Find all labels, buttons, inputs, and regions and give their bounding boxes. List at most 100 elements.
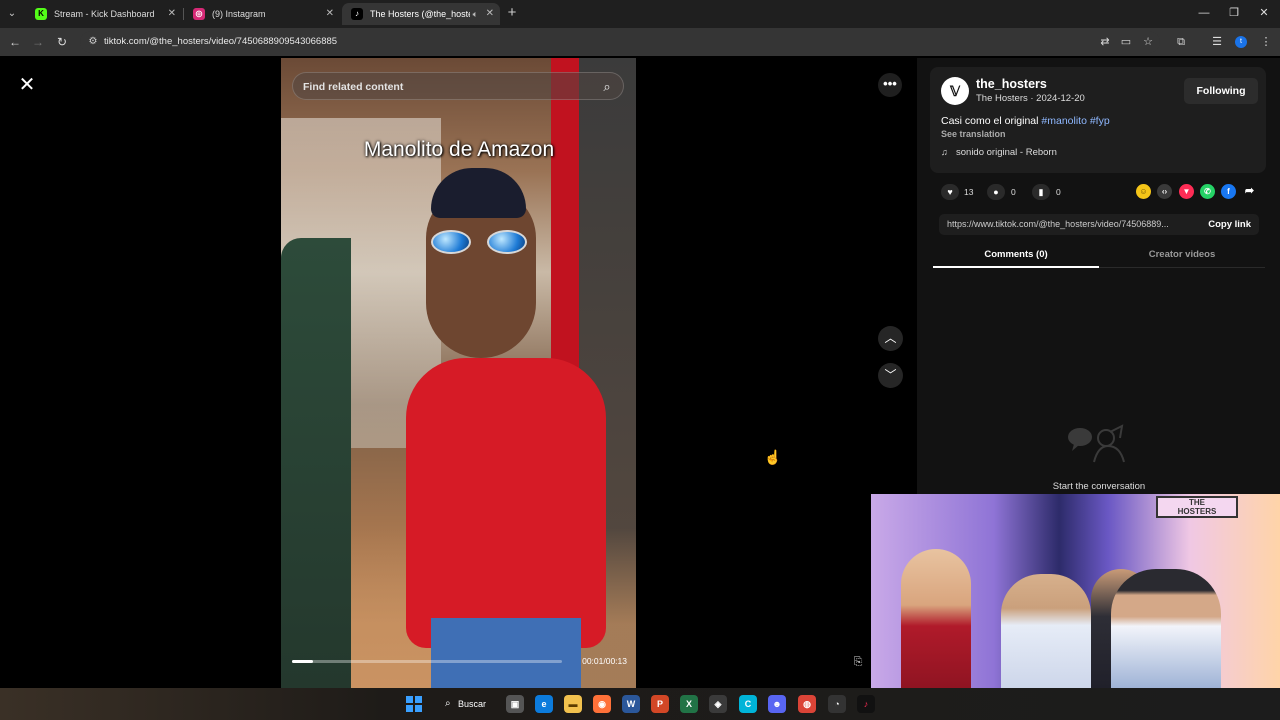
obs-icon[interactable]: ◔ [828,695,846,713]
hashtag-links[interactable]: #manolito #fyp [1041,115,1109,127]
copy-link-button[interactable]: Copy link [1208,214,1251,235]
empty-comments-illustration-icon [1068,424,1125,463]
description-text: Casi como el original [941,115,1042,127]
kick-icon: K [35,8,47,20]
window-close-button[interactable]: ✕ [1249,4,1279,22]
forward-button[interactable]: → [29,33,47,51]
extensions-icon[interactable]: ⧉ [1172,33,1190,51]
creator-avatar[interactable]: 𝕍 [941,77,969,105]
search-icon[interactable]: ⌕ [599,79,615,95]
comment-bubble-icon[interactable]: ● [987,184,1005,200]
chrome-icon[interactable]: ◍ [798,695,816,713]
see-translation-link[interactable]: See translation [941,129,1006,140]
task-view-icon[interactable]: ▣ [506,695,524,713]
tab-title: (9) Instagram [212,9,266,19]
browser-toolbar: ← → ↻ ⚙︎ tiktok.com/@the_hosters/video/7… [0,28,1280,56]
speaker-icon[interactable]: 🔈︎ [473,3,478,25]
tab-tiktok[interactable]: ♪ The Hosters (@the_hosters 🔈︎ ✕ [342,3,500,25]
following-button[interactable]: Following [1184,78,1258,104]
like-count: 13 [964,187,974,197]
webcam-person-1 [901,549,971,688]
video-link-box: https://www.tiktok.com/@the_hosters/vide… [939,214,1259,235]
video-frame-person-left [281,238,351,688]
app-icon[interactable]: ◈ [709,695,727,713]
excel-icon[interactable]: X [680,695,698,713]
bookmark-star-icon[interactable]: ☆ [1139,33,1157,51]
windows-start-icon[interactable] [406,696,422,712]
video-progress-bar[interactable] [292,660,562,663]
instagram-icon: ◎ [193,8,205,20]
cast-icon[interactable]: ▭ [1117,33,1135,51]
next-video-button[interactable]: ﹀ [878,363,903,388]
tab-instagram[interactable]: ◎ (9) Instagram ✕ [184,3,340,25]
profile-avatar[interactable]: t [1235,36,1247,48]
empty-comments-text: Start the conversation [1052,481,1146,492]
tab-comments[interactable]: Comments (0) [933,246,1099,268]
site-info-icon[interactable]: ⚙︎ [86,34,100,50]
translate-icon[interactable]: ⇄ [1096,33,1114,51]
powerpoint-icon[interactable]: P [651,695,669,713]
find-related-search[interactable]: Find related content ⌕ [292,72,624,100]
send-to-friends-icon[interactable]: ▼ [1179,184,1194,199]
restore-button[interactable]: ❐ [1219,4,1249,22]
canva-icon[interactable]: C [739,695,757,713]
facebook-icon[interactable]: f [1221,184,1236,199]
webcam-overlay: THE HOSTERS [871,494,1280,688]
reload-button[interactable]: ↻ [53,33,71,51]
post-description: Casi como el original #manolito #fyp [941,115,1110,128]
clip-icon[interactable]: ⎘ [850,654,866,670]
webcam-sign: THE HOSTERS [1156,496,1238,518]
search-icon: ⌕ [445,698,451,709]
url-text: tiktok.com/@the_hosters/video/7450688909… [104,36,338,47]
taskbar-search-label: Buscar [458,699,487,709]
bookmark-icon[interactable]: ▮ [1032,184,1050,200]
word-icon[interactable]: W [622,695,640,713]
screen: ⌄ K Stream - Kick Dashboard ✕ ◎ (9) Inst… [0,0,1280,720]
browser-tab-bar: ⌄ K Stream - Kick Dashboard ✕ ◎ (9) Inst… [0,0,1280,28]
close-tab-icon[interactable]: ✕ [168,3,176,25]
edge-icon[interactable]: e [535,695,553,713]
tab-title: The Hosters (@the_hosters [370,9,470,19]
firefox-icon[interactable]: ◉ [593,695,611,713]
browser-menu-icon[interactable]: ⋮ [1257,33,1275,51]
tab-creator-videos[interactable]: Creator videos [1099,246,1265,268]
comment-count: 0 [1011,187,1016,197]
music-title[interactable]: sonido original - Reborn [956,146,1057,159]
previous-video-button[interactable]: ︿ [878,326,903,351]
tiktok-app-icon[interactable]: ♪ [857,695,875,713]
new-tab-button[interactable]: + [505,4,519,22]
webcam-sign-text: THE HOSTERS [1177,498,1217,516]
video-link-text[interactable]: https://www.tiktok.com/@the_hosters/vide… [947,214,1169,235]
repost-icon[interactable]: ☺ [1136,184,1151,199]
like-heart-icon[interactable]: ♥ [941,184,959,200]
video-overlay-text: Manolito de Amazon [363,138,555,161]
file-explorer-icon[interactable]: ▬ [564,695,582,713]
share-arrow-icon[interactable]: ➦ [1242,184,1257,199]
webcam-person-2 [1001,574,1091,688]
video-frame-hair [431,168,526,218]
close-video-icon[interactable]: ✕ [16,74,38,96]
more-options-icon[interactable]: ••• [878,73,902,97]
search-placeholder: Find related content [303,81,404,93]
close-tab-icon[interactable]: ✕ [486,3,494,25]
discord-icon[interactable]: ☻ [768,695,786,713]
embed-icon[interactable]: ‹› [1157,184,1172,199]
back-button[interactable]: ← [6,33,24,51]
close-tab-icon[interactable]: ✕ [326,3,334,25]
creator-username[interactable]: the_hosters [976,77,1047,92]
video-frame-sunglasses [431,230,531,256]
taskbar-search[interactable]: ⌕ Buscar [440,694,492,714]
media-controls-icon[interactable]: ☰ [1208,33,1226,51]
tab-search-icon[interactable]: ⌄ [4,6,20,22]
music-note-icon: ♫ [941,147,948,157]
address-bar[interactable]: ⚙︎ tiktok.com/@the_hosters/video/7450688… [80,31,1160,53]
hand-cursor-icon: ☝ [764,449,782,465]
minimize-button[interactable]: — [1189,4,1219,22]
save-count: 0 [1056,187,1061,197]
whatsapp-icon[interactable]: ✆ [1200,184,1215,199]
video-time: 00:01/00:13 [582,656,627,666]
video-frame-jeans [431,618,581,688]
tab-kick-dashboard[interactable]: K Stream - Kick Dashboard ✕ [26,3,182,25]
tiktok-icon: ♪ [351,8,363,20]
creator-name-date: The Hosters · 2024-12-20 [976,93,1085,104]
